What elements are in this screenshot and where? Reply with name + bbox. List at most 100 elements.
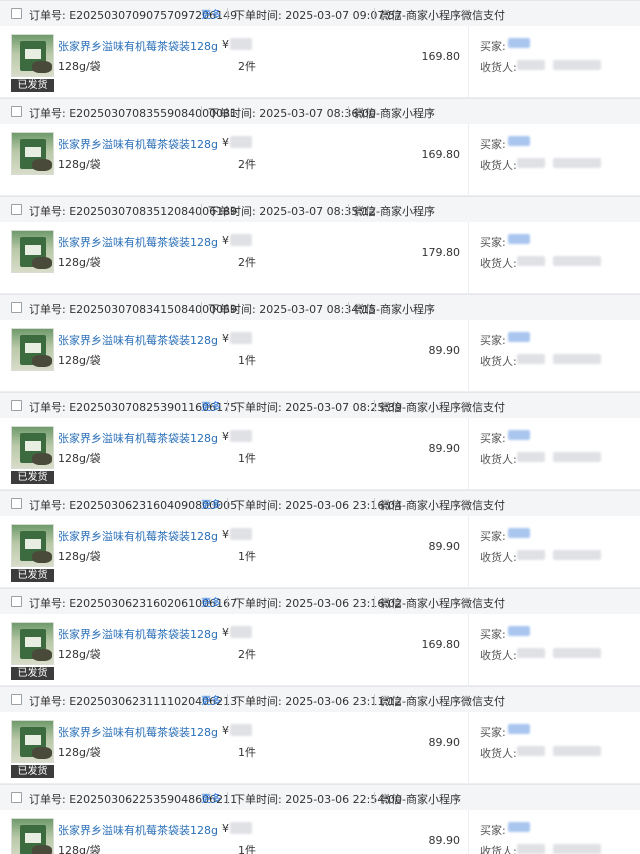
order-card: 订单号: E20250306231604090800005 更多 下单时间: 2… xyxy=(0,490,640,588)
order-total: 89.90 xyxy=(428,540,461,553)
more-link[interactable]: 更多 xyxy=(201,6,221,21)
checkbox-icon[interactable] xyxy=(11,792,22,803)
receiver-label: 收货人: xyxy=(480,159,517,172)
buyer-name-redacted[interactable] xyxy=(508,38,530,48)
receiver-label: 收货人: xyxy=(480,61,517,74)
product-thumbnail-icon[interactable] xyxy=(11,230,54,273)
order-total: 169.80 xyxy=(421,148,461,161)
product-name-link[interactable]: 张家界乡溢味有机莓茶袋装128g xyxy=(58,332,218,348)
checkbox-icon[interactable] xyxy=(11,302,22,313)
product-thumbnail-icon[interactable] xyxy=(11,426,54,469)
unit-price: ¥ xyxy=(222,38,229,51)
buyer-name-redacted[interactable] xyxy=(508,626,530,636)
checkbox-icon[interactable] xyxy=(11,694,22,705)
buyer-name-redacted[interactable] xyxy=(508,724,530,734)
order-item: 张家界乡溢味有机莓茶袋装128g 128g/袋 ¥ 2件 169.80 买家: … xyxy=(0,124,640,196)
product-thumbnail-icon[interactable] xyxy=(11,622,54,665)
unit-price: ¥ xyxy=(222,234,229,247)
buyer-name-redacted[interactable] xyxy=(508,430,530,440)
divider xyxy=(468,222,469,294)
buyer-label: 买家: xyxy=(480,726,506,739)
order-card: 订单号: E20250307083559084000031 下单时间: 2025… xyxy=(0,98,640,196)
receiver-label: 收货人: xyxy=(480,747,517,760)
product-thumbnail-icon[interactable] xyxy=(11,34,54,77)
order-item: 已发货 张家界乡溢味有机莓茶袋装128g 128g/袋 ¥ 1件 89.90 买… xyxy=(0,810,640,854)
more-link[interactable]: 更多 xyxy=(201,594,221,609)
order-time: 下单时间: 2025-03-07 08:34:15 xyxy=(208,303,377,316)
unit-price: ¥ xyxy=(222,332,229,345)
order-channel: 微信-商家小程序 xyxy=(380,695,461,708)
order-list: 订单号: E20250307090757097206149 更多 下单时间: 2… xyxy=(0,0,640,854)
order-item: 张家界乡溢味有机莓茶袋装128g 128g/袋 ¥ 1件 89.90 买家: 收… xyxy=(0,320,640,392)
product-thumbnail-icon[interactable] xyxy=(11,720,54,763)
product-thumbnail-icon[interactable] xyxy=(11,328,54,371)
shipped-badge: 已发货 xyxy=(11,471,54,484)
price-redacted xyxy=(230,430,252,442)
product-name-link[interactable]: 张家界乡溢味有机莓茶袋装128g xyxy=(58,528,218,544)
checkbox-icon[interactable] xyxy=(11,498,22,509)
product-name-link[interactable]: 张家界乡溢味有机莓茶袋装128g xyxy=(58,136,218,152)
order-total: 89.90 xyxy=(428,344,461,357)
quantity: 2件 xyxy=(238,648,256,661)
product-name-link[interactable]: 张家界乡溢味有机莓茶袋装128g xyxy=(58,234,218,250)
product-thumbnail-icon[interactable] xyxy=(11,132,54,175)
more-link[interactable]: 更多 xyxy=(201,790,221,805)
product-name-link[interactable]: 张家界乡溢味有机莓茶袋装128g xyxy=(58,724,218,740)
shipped-badge: 已发货 xyxy=(11,79,54,92)
order-total: 89.90 xyxy=(428,442,461,455)
receiver-redacted xyxy=(517,746,545,756)
buyer-name-redacted[interactable] xyxy=(508,136,530,146)
price-redacted xyxy=(230,822,252,834)
unit-price: ¥ xyxy=(222,724,229,737)
more-link[interactable]: 更多 xyxy=(201,496,221,511)
buyer-name-redacted[interactable] xyxy=(508,234,530,244)
product-name-link[interactable]: 张家界乡溢味有机莓茶袋装128g xyxy=(58,38,218,54)
more-link[interactable]: 更多 xyxy=(201,398,221,413)
order-item: 已发货 张家界乡溢味有机莓茶袋装128g 128g/袋 ¥ 2件 169.80 … xyxy=(0,614,640,686)
product-thumbnail-icon[interactable] xyxy=(11,524,54,567)
divider xyxy=(227,694,228,706)
divider xyxy=(468,26,469,98)
order-channel: 微信-商家小程序 xyxy=(380,597,461,610)
product-spec: 128g/袋 xyxy=(58,256,101,269)
receiver-phone-redacted xyxy=(553,648,601,658)
divider xyxy=(374,792,375,804)
product-name-link[interactable]: 张家界乡溢味有机莓茶袋装128g xyxy=(58,430,218,446)
shipped-badge: 已发货 xyxy=(11,667,54,680)
product-name-link[interactable]: 张家界乡溢味有机莓茶袋装128g xyxy=(58,626,218,642)
buyer-label: 买家: xyxy=(480,334,506,347)
buyer-name-redacted[interactable] xyxy=(508,822,530,832)
checkbox-icon[interactable] xyxy=(11,400,22,411)
order-item: 张家界乡溢味有机莓茶袋装128g 128g/袋 ¥ 2件 179.80 买家: … xyxy=(0,222,640,294)
order-total: 89.90 xyxy=(428,736,461,749)
more-link[interactable]: 更多 xyxy=(201,692,221,707)
payment-method: 微信支付 xyxy=(461,695,505,708)
order-number: 订单号: E20250307083559084000031 xyxy=(29,107,238,120)
order-channel: 微信-商家小程序 xyxy=(354,205,435,218)
buyer-name-redacted[interactable] xyxy=(508,332,530,342)
checkbox-icon[interactable] xyxy=(11,596,22,607)
payment-method: 微信支付 xyxy=(461,597,505,610)
checkbox-icon[interactable] xyxy=(11,8,22,19)
product-spec: 128g/袋 xyxy=(58,648,101,661)
divider xyxy=(374,8,375,20)
product-name-link[interactable]: 张家界乡溢味有机莓茶袋装128g xyxy=(58,822,218,838)
divider xyxy=(374,694,375,706)
checkbox-icon[interactable] xyxy=(11,204,22,215)
unit-price: ¥ xyxy=(222,626,229,639)
price-redacted xyxy=(230,724,252,736)
buyer-name-redacted[interactable] xyxy=(508,528,530,538)
price-redacted xyxy=(230,234,252,246)
order-number: 订单号: E20250307083415084000059 xyxy=(29,303,238,316)
receiver-redacted xyxy=(517,844,545,854)
divider xyxy=(227,8,228,20)
checkbox-icon[interactable] xyxy=(11,106,22,117)
order-time: 下单时间: 2025-03-06 23:16:02 xyxy=(234,597,403,610)
divider xyxy=(468,614,469,686)
product-spec: 128g/袋 xyxy=(58,158,101,171)
order-header: 订单号: E20250307090757097206149 更多 下单时间: 2… xyxy=(0,0,640,26)
product-thumbnail-icon[interactable] xyxy=(11,818,54,854)
order-header: 订单号: E20250306225359048606211 更多 下单时间: 2… xyxy=(0,784,640,810)
order-card: 订单号: E20250306225359048606211 更多 下单时间: 2… xyxy=(0,784,640,854)
price-redacted xyxy=(230,136,252,148)
